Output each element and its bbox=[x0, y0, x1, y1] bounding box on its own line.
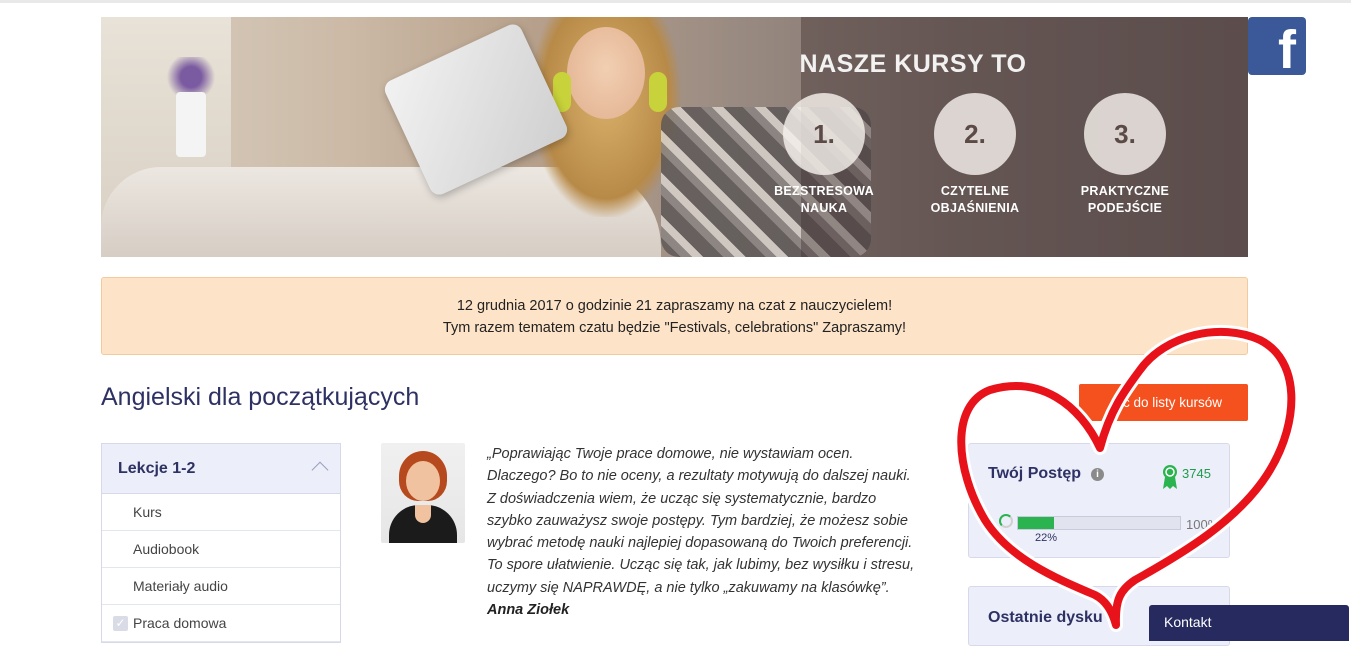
banner-step-3: 3. PRAKTYCZNE PODEJŚCIE bbox=[1055, 93, 1195, 217]
photo-face bbox=[406, 461, 440, 501]
step-label: CZYTELNE OBJAŚNIENIA bbox=[930, 184, 1020, 215]
teacher-photo bbox=[381, 443, 465, 543]
lesson-menu: Lekcje 1-2 Kurs Audiobook Materiały audi… bbox=[101, 443, 341, 643]
lesson-item-audio-materials[interactable]: Materiały audio bbox=[102, 568, 340, 605]
quote-line: „Poprawiając Twoje prace domowe, nie wys… bbox=[487, 446, 854, 462]
progress-title: Twój Postęp bbox=[988, 465, 1082, 482]
banner-vase bbox=[176, 92, 206, 157]
lesson-group-header[interactable]: Lekcje 1-2 bbox=[102, 444, 340, 494]
announcement-line-1: 12 grudnia 2017 o godzinie 21 zapraszamy… bbox=[456, 298, 893, 314]
lesson-item-label: Audiobook bbox=[133, 541, 200, 557]
quote-line: To spore ułatwienie. Ucząc się tak, jak … bbox=[487, 557, 915, 574]
chevron-up-icon[interactable] bbox=[311, 461, 329, 479]
back-to-courses-button[interactable]: ć do listy kursów bbox=[1079, 384, 1248, 421]
recent-discussions-title: Ostatnie dysku : bbox=[988, 609, 1113, 626]
quote-line: Z doświadczenia wiem, że ucząc się syste… bbox=[487, 490, 877, 507]
lesson-item-label: Materiały audio bbox=[133, 578, 228, 594]
quote-line: wybrać metodę nauki najlepiej dopasowaną… bbox=[487, 535, 913, 552]
facebook-icon[interactable]: f bbox=[1248, 17, 1306, 75]
top-border bbox=[0, 0, 1351, 3]
info-icon[interactable]: i bbox=[1091, 468, 1104, 481]
step-number: 1. bbox=[783, 93, 865, 175]
banner-step-2: 2. CZYTELNE OBJAŚNIENIA bbox=[905, 93, 1045, 217]
progress-bar bbox=[1017, 516, 1181, 530]
progress-bar-fill bbox=[1018, 517, 1054, 529]
lesson-group-title: Lekcje 1-2 bbox=[118, 460, 196, 477]
step-number: 2. bbox=[934, 93, 1016, 175]
quote-line: Dlaczego? Bo to nie oceny, a rezultaty m… bbox=[487, 468, 911, 485]
progress-panel: Twój Postęp i 3745 22% 100% bbox=[968, 443, 1230, 558]
quote-line: uczymy się NAPRAWDĘ, a nie tylko „zakuwa… bbox=[487, 579, 890, 596]
lesson-item-label: Praca domowa bbox=[133, 615, 227, 631]
lesson-item-kurs[interactable]: Kurs bbox=[102, 494, 340, 531]
banner-girl-face bbox=[567, 27, 645, 119]
progress-max: 100% bbox=[1186, 517, 1220, 532]
award-icon bbox=[1163, 465, 1177, 489]
lesson-item-homework[interactable]: ✓ Praca domowa bbox=[102, 605, 340, 642]
quote-author: Anna Ziołek bbox=[487, 602, 570, 619]
points-value: 3745 bbox=[1182, 466, 1211, 481]
step-number: 3. bbox=[1084, 93, 1166, 175]
step-label: PRAKTYCZNE PODEJŚCIE bbox=[1080, 184, 1170, 215]
announcement-banner: 12 grudnia 2017 o godzinie 21 zapraszamy… bbox=[101, 277, 1248, 355]
banner-step-1: 1. BEZSTRESOWA NAUKA bbox=[754, 93, 894, 217]
lesson-item-audiobook[interactable]: Audiobook bbox=[102, 531, 340, 568]
headphone-right bbox=[649, 72, 667, 112]
photo-collar bbox=[415, 505, 431, 523]
quote-line: szybko zauważysz swoje postępy. Tym bard… bbox=[487, 512, 908, 529]
page-title: Angielski dla początkujących bbox=[101, 383, 420, 411]
step-label: BEZSTRESOWA NAUKA bbox=[774, 184, 874, 215]
check-icon: ✓ bbox=[113, 616, 128, 631]
contact-button[interactable]: Kontakt bbox=[1149, 605, 1349, 641]
lesson-item-label: Kurs bbox=[133, 504, 162, 520]
progress-ring-icon bbox=[999, 514, 1013, 528]
announcement-line-2: Tym razem tematem czatu będzie "Festival… bbox=[442, 320, 907, 336]
teacher-quote: „Poprawiając Twoje prace domowe, nie wys… bbox=[487, 443, 937, 621]
banner-flowers bbox=[163, 57, 219, 97]
banner-title: NASZE KURSY TO bbox=[799, 50, 1027, 78]
progress-percent: 22% bbox=[1035, 532, 1058, 544]
